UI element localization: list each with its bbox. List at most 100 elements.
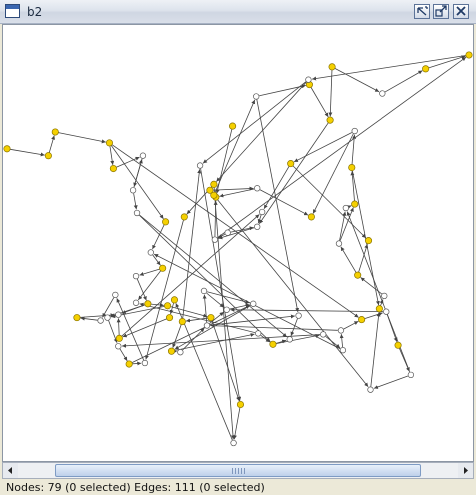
- graph-node-yellow[interactable]: [144, 300, 152, 308]
- restore-button[interactable]: [414, 4, 430, 19]
- graph-edge[interactable]: [137, 270, 162, 301]
- graph-node-white[interactable]: [115, 343, 122, 350]
- graph-node-yellow[interactable]: [170, 296, 179, 304]
- graph-node-yellow[interactable]: [167, 347, 176, 355]
- graph-node-white[interactable]: [367, 386, 374, 393]
- graph-node-yellow[interactable]: [44, 152, 52, 160]
- graph-edge[interactable]: [213, 186, 254, 191]
- graph-node-yellow[interactable]: [307, 213, 315, 221]
- graph-node-white[interactable]: [139, 152, 147, 159]
- graph-node-white[interactable]: [141, 359, 149, 367]
- graph-node-white[interactable]: [132, 299, 140, 306]
- graph-edge[interactable]: [144, 219, 184, 360]
- horizontal-scrollbar[interactable]: [2, 462, 474, 479]
- graph-node-white[interactable]: [223, 306, 230, 313]
- graph-node-yellow[interactable]: [348, 163, 356, 172]
- graph-node-yellow[interactable]: [375, 305, 383, 313]
- scroll-left-button[interactable]: [3, 463, 18, 478]
- graph-edge[interactable]: [310, 87, 329, 118]
- graph-node-yellow[interactable]: [422, 65, 430, 73]
- scroll-right-button[interactable]: [458, 463, 473, 478]
- graph-edge[interactable]: [133, 193, 138, 210]
- graph-node-yellow[interactable]: [162, 218, 170, 226]
- graph-node-white[interactable]: [381, 292, 388, 300]
- graph-node-white[interactable]: [255, 330, 262, 337]
- graph-edge[interactable]: [256, 99, 300, 313]
- graph-edge[interactable]: [136, 278, 147, 301]
- graph-edge[interactable]: [328, 70, 333, 117]
- graph-node-white[interactable]: [258, 208, 266, 216]
- graph-node-yellow[interactable]: [328, 63, 336, 71]
- graph-edge[interactable]: [210, 314, 295, 326]
- graph-edge[interactable]: [216, 81, 307, 182]
- graph-node-white[interactable]: [200, 287, 208, 295]
- graph-edge[interactable]: [215, 197, 369, 388]
- title-bar[interactable]: b2: [0, 0, 476, 24]
- graph-node-white[interactable]: [104, 314, 111, 321]
- graph-edge[interactable]: [80, 316, 98, 321]
- graph-node-white[interactable]: [224, 229, 231, 236]
- graph-node-white[interactable]: [383, 308, 390, 315]
- graph-edge[interactable]: [370, 312, 381, 387]
- graph-edge[interactable]: [211, 320, 240, 402]
- maximize-button[interactable]: [433, 4, 449, 19]
- graph-node-white[interactable]: [97, 317, 104, 324]
- graph-edge[interactable]: [108, 320, 118, 343]
- graph-edge[interactable]: [258, 122, 329, 224]
- graph-node-yellow[interactable]: [125, 360, 133, 368]
- graph-node-yellow[interactable]: [465, 51, 473, 59]
- graph-node-white[interactable]: [112, 291, 119, 299]
- graph-node-white[interactable]: [133, 209, 141, 217]
- graph-node-yellow[interactable]: [3, 145, 11, 153]
- graph-edge[interactable]: [339, 334, 344, 348]
- graph-edge[interactable]: [182, 169, 202, 319]
- graph-node-yellow[interactable]: [326, 116, 334, 124]
- graph-node-yellow[interactable]: [109, 164, 117, 173]
- graph-node-white[interactable]: [115, 311, 122, 318]
- graph-edge[interactable]: [343, 320, 359, 330]
- graph-edge[interactable]: [116, 318, 121, 336]
- graph-node-white[interactable]: [203, 322, 211, 329]
- graph-node-white[interactable]: [295, 312, 302, 319]
- graph-node-yellow[interactable]: [180, 213, 188, 221]
- graph-edge[interactable]: [312, 133, 354, 214]
- graph-node-yellow[interactable]: [159, 264, 167, 272]
- graph-node-white[interactable]: [147, 249, 154, 256]
- graph-node-white[interactable]: [337, 327, 345, 334]
- scroll-thumb[interactable]: [55, 464, 421, 477]
- graph-edge[interactable]: [232, 407, 241, 440]
- graph-node-white[interactable]: [177, 349, 184, 356]
- graph-node-white[interactable]: [342, 204, 350, 212]
- graph-node-white[interactable]: [286, 336, 293, 343]
- graph-edge[interactable]: [290, 318, 298, 337]
- graph-edge[interactable]: [260, 334, 271, 343]
- graph-node-white[interactable]: [320, 331, 327, 338]
- graph-node-yellow[interactable]: [394, 341, 402, 349]
- graph-canvas[interactable]: [2, 24, 474, 462]
- graph-node-yellow[interactable]: [105, 139, 113, 147]
- graph-edge[interactable]: [110, 145, 164, 220]
- graph-node-yellow[interactable]: [351, 200, 359, 208]
- graph-node-white[interactable]: [335, 240, 343, 247]
- graph-edge[interactable]: [109, 145, 115, 165]
- graph-node-white[interactable]: [407, 371, 415, 379]
- close-button[interactable]: [453, 4, 469, 19]
- graph-node-white[interactable]: [254, 185, 261, 192]
- graph-node-yellow[interactable]: [178, 318, 186, 326]
- graph-edge[interactable]: [132, 361, 142, 366]
- graph-node-white[interactable]: [379, 90, 386, 97]
- graph-edge[interactable]: [10, 148, 45, 157]
- graph-node-yellow[interactable]: [210, 180, 218, 188]
- graph-node-yellow[interactable]: [229, 122, 237, 130]
- graph-node-yellow[interactable]: [287, 160, 295, 168]
- graph-edge[interactable]: [213, 187, 235, 440]
- graph-edge[interactable]: [293, 132, 353, 163]
- graph-node-yellow[interactable]: [236, 400, 245, 409]
- graph-edge[interactable]: [170, 306, 208, 318]
- graph-edge[interactable]: [119, 348, 128, 362]
- graph-edge[interactable]: [102, 297, 115, 318]
- graph-node-white[interactable]: [196, 162, 204, 169]
- graph-edge[interactable]: [48, 135, 56, 153]
- network-graph[interactable]: [3, 25, 473, 461]
- graph-node-yellow[interactable]: [354, 271, 362, 279]
